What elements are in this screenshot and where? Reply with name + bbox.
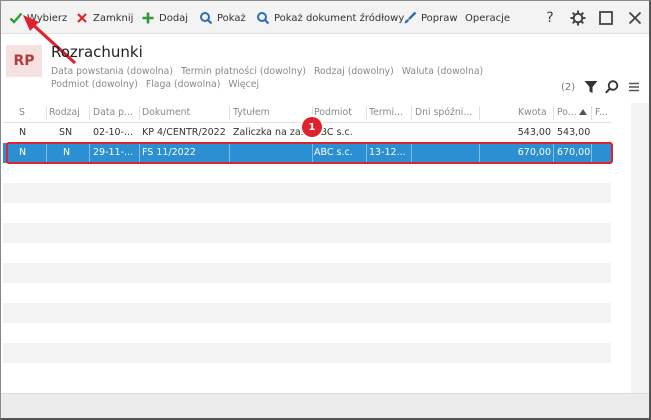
cell-title: Zaliczka na za... (233, 127, 309, 138)
close-button[interactable]: Zamknij (75, 10, 133, 26)
column-header-date[interactable]: Data p... (93, 107, 137, 118)
column-header-flag[interactable]: F... (595, 107, 609, 118)
maximize-icon[interactable] (597, 9, 615, 27)
cell-type: SN (59, 127, 73, 138)
filter-type[interactable]: Rodzaj (dowolny) (314, 66, 394, 77)
show-source-label: Pokaż dokument źródłowy (274, 12, 405, 24)
column-header-days-late[interactable]: Dni spóźni... (415, 107, 477, 118)
select-button[interactable]: Wybierz (9, 10, 67, 26)
menu-icon[interactable] (626, 79, 642, 95)
show-label: Pokaż (217, 12, 246, 24)
column-separator (229, 106, 230, 120)
annotation-badge: 1 (302, 117, 322, 137)
filter-entity[interactable]: Podmiot (dowolny) (51, 79, 138, 90)
add-button[interactable]: Dodaj (141, 10, 188, 26)
toolbar: Wybierz Zamknij Dodaj Pokaż Pokaż dokume… (1, 1, 649, 34)
column-separator (139, 106, 140, 120)
filter-currency[interactable]: Waluta (dowolna) (402, 66, 483, 77)
column-separator (411, 106, 412, 120)
highlight-box (6, 142, 613, 164)
column-separator (591, 106, 592, 120)
show-button[interactable]: Pokaż (199, 10, 246, 26)
edit-button[interactable]: Popraw (403, 10, 458, 26)
empty-row (3, 183, 611, 203)
column-header-remaining[interactable]: Po... (557, 107, 579, 118)
filter-icon[interactable] (583, 79, 599, 95)
checkmark-icon (9, 12, 23, 24)
empty-row (3, 343, 611, 363)
search-icon (200, 12, 213, 25)
cell-amount: 543,00 (517, 127, 551, 138)
filter-bar: Data powstania (dowolna) Termin płatnośc… (51, 65, 521, 91)
cell-status: N (19, 127, 27, 138)
module-logo: RP (6, 45, 42, 77)
empty-row (3, 263, 611, 283)
filter-creation-date[interactable]: Data powstania (dowolna) (51, 66, 173, 77)
column-separator (46, 106, 47, 120)
filter-more[interactable]: Więcej (228, 79, 259, 90)
column-header-status[interactable]: S (19, 107, 25, 118)
vertical-scrollbar[interactable] (631, 103, 649, 393)
search-icon (257, 12, 270, 25)
horizontal-scrollbar[interactable] (1, 393, 649, 418)
operations-menu[interactable]: Operacje (465, 10, 510, 26)
empty-row (3, 303, 611, 323)
select-label: Wybierz (27, 12, 68, 24)
cell-remaining: 543,00 (557, 127, 591, 138)
filter-payment-term[interactable]: Termin płatności (dowolny) (181, 66, 306, 77)
close-icon (77, 13, 87, 23)
page-title: Rozrachunki (51, 43, 143, 61)
column-header-document[interactable]: Dokument (142, 107, 190, 118)
close-window-icon[interactable] (626, 9, 644, 27)
sort-ascending-icon (579, 109, 587, 115)
brush-icon (404, 11, 417, 24)
search-icon[interactable] (604, 79, 620, 95)
column-header-due-date[interactable]: Termi... (369, 107, 409, 118)
column-header-amount[interactable]: Kwota (518, 107, 547, 118)
column-separator (89, 106, 90, 120)
cell-document: KP 4/CENTR/2022 (142, 127, 226, 138)
cell-date: 02-10-... (93, 127, 134, 138)
close-label: Zamknij (93, 12, 134, 24)
column-header-type[interactable]: Rodzaj (49, 107, 87, 118)
column-separator (479, 106, 480, 120)
edit-label: Popraw (421, 12, 458, 24)
plus-icon (142, 12, 154, 24)
column-header-entity[interactable]: Podmiot (314, 107, 352, 118)
gear-icon[interactable] (569, 9, 587, 27)
window: Wybierz Zamknij Dodaj Pokaż Pokaż dokume… (0, 0, 651, 420)
add-label: Dodaj (159, 12, 189, 24)
help-button[interactable]: ? (541, 9, 559, 27)
column-separator (366, 106, 367, 120)
empty-row (3, 223, 611, 243)
filter-flag[interactable]: Flaga (dowolna) (146, 79, 221, 90)
column-header-title[interactable]: Tytułem (233, 107, 270, 118)
show-source-document-button[interactable]: Pokaż dokument źródłowy (256, 10, 404, 26)
record-count: (2) (561, 82, 576, 93)
operations-label: Operacje (465, 12, 511, 24)
column-separator (553, 106, 554, 120)
